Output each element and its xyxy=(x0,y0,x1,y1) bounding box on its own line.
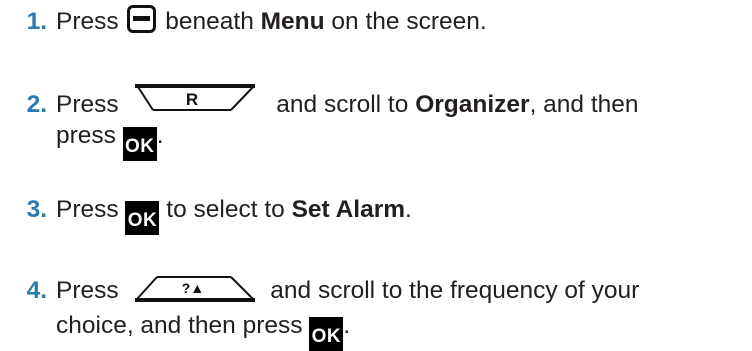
step-text: choice, and then press xyxy=(56,312,303,339)
step-text: on the screen. xyxy=(331,8,487,35)
step-number: 1. xyxy=(26,8,47,35)
step-text: press xyxy=(56,122,116,149)
step-4: 4. Press ?▲ and scroll to the frequency o… xyxy=(0,274,639,306)
step-4-line-2: choice, and then press OK. xyxy=(56,311,350,351)
softkey-label: R xyxy=(186,90,198,109)
ok-key-icon: OK xyxy=(122,127,157,161)
left-softkey-icon: ?▲ xyxy=(135,276,256,302)
step-number: 4. xyxy=(26,277,47,304)
step-text: Press xyxy=(56,8,119,35)
step-text: to select to xyxy=(166,196,285,223)
ok-key-icon: OK xyxy=(309,317,344,351)
step-number: 3. xyxy=(26,196,47,223)
step-text: Press xyxy=(56,277,119,304)
step-2: 2. Press R and scroll to Organizer, and t… xyxy=(0,84,639,120)
step-text: Press xyxy=(56,196,119,223)
menu-key-icon xyxy=(127,5,157,33)
step-text: . xyxy=(405,196,412,223)
step-text: and scroll to xyxy=(276,91,409,118)
step-2-line-2: press OK. xyxy=(56,121,164,161)
right-softkey-icon: R xyxy=(135,84,256,111)
step-text: . xyxy=(156,122,164,149)
step-text: , and then xyxy=(529,91,639,118)
step-1: 1. Press beneath Menu on the screen. xyxy=(0,5,487,37)
ok-key-icon: OK xyxy=(125,201,160,235)
step-text: beneath xyxy=(165,8,254,35)
step-bold-text: Organizer xyxy=(415,91,530,118)
step-bold-text: Menu xyxy=(260,8,325,35)
step-bold-text: Set Alarm xyxy=(291,196,406,223)
step-number: 2. xyxy=(26,91,47,118)
instructions-page: 1. Press beneath Menu on the screen. 2. Pr… xyxy=(0,0,752,351)
softkey-label: ?▲ xyxy=(182,280,204,296)
step-3: 3. Press OK to select to Set Alarm. xyxy=(0,195,412,235)
step-text: . xyxy=(343,312,351,339)
step-text: and scroll to the frequency of your xyxy=(270,277,640,304)
step-text: Press xyxy=(56,91,119,118)
